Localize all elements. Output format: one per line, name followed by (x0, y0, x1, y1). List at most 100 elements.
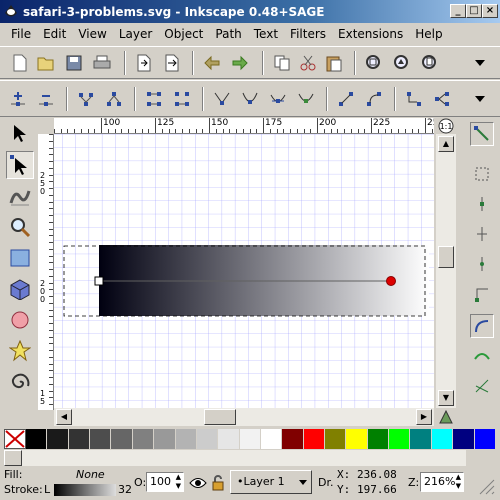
insert-node-icon[interactable] (6, 87, 30, 111)
object-to-path-icon[interactable] (402, 87, 426, 111)
vertical-scrollbar[interactable]: ▲ ▼ (436, 134, 456, 408)
menu-object[interactable]: Object (158, 24, 209, 44)
join-segment-icon[interactable] (142, 87, 166, 111)
eye-icon[interactable] (188, 473, 208, 493)
menu-view[interactable]: View (72, 24, 112, 44)
color-swatch[interactable] (218, 429, 240, 449)
color-swatch[interactable] (303, 429, 326, 449)
horizontal-scroll-thumb[interactable] (204, 409, 236, 425)
color-manage-icon[interactable] (436, 408, 456, 426)
delete-segment-icon[interactable] (170, 87, 194, 111)
minimize-button[interactable]: _ (450, 4, 466, 18)
delete-node-icon[interactable] (34, 87, 58, 111)
to-curve-icon[interactable] (362, 87, 386, 111)
zoom-spinner-icon[interactable]: ▲ ▼ (456, 473, 461, 491)
new-doc-icon[interactable] (8, 51, 32, 75)
zoom-value[interactable]: 216% (424, 475, 455, 488)
menu-help[interactable]: Help (409, 24, 448, 44)
color-swatch[interactable] (389, 429, 411, 449)
zoom-drawing-icon[interactable] (390, 51, 414, 75)
color-swatch[interactable] (260, 429, 283, 449)
more-commands-chevron-icon[interactable] (470, 51, 490, 75)
cut-icon[interactable] (296, 51, 320, 75)
redo-icon[interactable] (228, 51, 252, 75)
no-paint-swatch[interactable] (4, 429, 26, 449)
menu-extensions[interactable]: Extensions (332, 24, 409, 44)
snap-nodes-icon[interactable] (470, 314, 494, 338)
snap-center-icon[interactable] (470, 282, 494, 306)
opacity-field[interactable]: 100 ▲ ▼ (146, 472, 184, 492)
scroll-down-button[interactable]: ▼ (438, 390, 454, 406)
snap-toggle-icon[interactable] (470, 122, 494, 146)
palette-scrollbar[interactable] (4, 450, 466, 466)
symmetric-node-icon[interactable] (266, 87, 290, 111)
rectangle-tool-icon[interactable] (6, 244, 34, 272)
save-icon[interactable] (62, 51, 86, 75)
menu-filters[interactable]: Filters (284, 24, 332, 44)
zoom-selection-icon[interactable] (362, 51, 386, 75)
tweak-tool-icon[interactable] (6, 182, 34, 210)
color-swatch[interactable] (346, 429, 368, 449)
stroke-width[interactable]: 32 (118, 483, 132, 496)
color-swatch[interactable] (239, 429, 261, 449)
zoom-page-icon[interactable] (418, 51, 442, 75)
color-swatch[interactable] (196, 429, 219, 449)
menu-layer[interactable]: Layer (113, 24, 158, 44)
auto-smooth-icon[interactable] (294, 87, 318, 111)
zoom-correction-icon[interactable]: 1:1 (436, 118, 456, 134)
color-swatch[interactable] (367, 429, 390, 449)
ellipse-tool-icon[interactable] (6, 306, 34, 334)
palette-scroll-thumb[interactable] (4, 450, 22, 466)
color-swatch[interactable] (175, 429, 197, 449)
zoom-field[interactable]: 216% ▲ ▼ (420, 472, 464, 492)
selector-tool-icon[interactable] (6, 120, 34, 148)
snap-bbox-midpoint-icon[interactable] (470, 252, 494, 276)
menu-text[interactable]: Text (248, 24, 284, 44)
color-swatch[interactable] (68, 429, 91, 449)
smooth-node-icon[interactable] (238, 87, 262, 111)
resize-grip-icon[interactable] (470, 470, 496, 496)
color-swatch[interactable] (111, 429, 133, 449)
snap-bbox-corner-icon[interactable] (470, 222, 494, 246)
fill-value[interactable]: None (76, 468, 105, 481)
menu-file[interactable]: File (5, 24, 37, 44)
menu-edit[interactable]: Edit (37, 24, 72, 44)
snap-intersections-icon[interactable] (470, 374, 494, 398)
color-swatch[interactable] (26, 429, 48, 449)
color-swatch[interactable] (282, 429, 304, 449)
color-swatch[interactable] (325, 429, 347, 449)
opacity-spinner-icon[interactable]: ▲ ▼ (176, 473, 181, 491)
drawing-canvas[interactable] (54, 134, 434, 408)
color-swatch[interactable] (431, 429, 454, 449)
snap-paths-icon[interactable] (470, 344, 494, 368)
3dbox-tool-icon[interactable] (6, 275, 34, 303)
gradient-start-handle[interactable] (94, 276, 104, 286)
menu-path[interactable]: Path (209, 24, 247, 44)
open-icon[interactable] (34, 51, 58, 75)
stroke-gradient-swatch[interactable] (54, 484, 116, 496)
stroke-to-path-icon[interactable] (430, 87, 454, 111)
layer-selector[interactable]: •Layer 1 (230, 470, 312, 494)
maximize-button[interactable]: □ (466, 4, 482, 18)
snap-bbox-edge-icon[interactable] (470, 192, 494, 216)
to-line-icon[interactable] (334, 87, 358, 111)
paste-icon[interactable] (322, 51, 346, 75)
close-button[interactable]: × (482, 4, 498, 18)
snap-bbox-icon[interactable] (470, 162, 494, 186)
opacity-value[interactable]: 100 (150, 475, 171, 488)
undo-icon[interactable] (200, 51, 224, 75)
export-icon[interactable] (160, 51, 184, 75)
color-swatch[interactable] (154, 429, 176, 449)
spiral-tool-icon[interactable] (6, 368, 34, 396)
lock-icon[interactable] (210, 473, 226, 493)
color-swatch[interactable] (90, 429, 112, 449)
cusp-node-icon[interactable] (210, 87, 234, 111)
color-swatch[interactable] (47, 429, 69, 449)
import-icon[interactable] (132, 51, 156, 75)
vertical-scroll-thumb[interactable] (438, 246, 454, 268)
color-swatch[interactable] (453, 429, 475, 449)
gradient-end-handle[interactable] (386, 276, 396, 286)
scroll-up-button[interactable]: ▲ (438, 136, 454, 152)
zoom-tool-icon[interactable] (6, 213, 34, 241)
horizontal-scrollbar[interactable]: ◀ ▶ (54, 408, 434, 426)
